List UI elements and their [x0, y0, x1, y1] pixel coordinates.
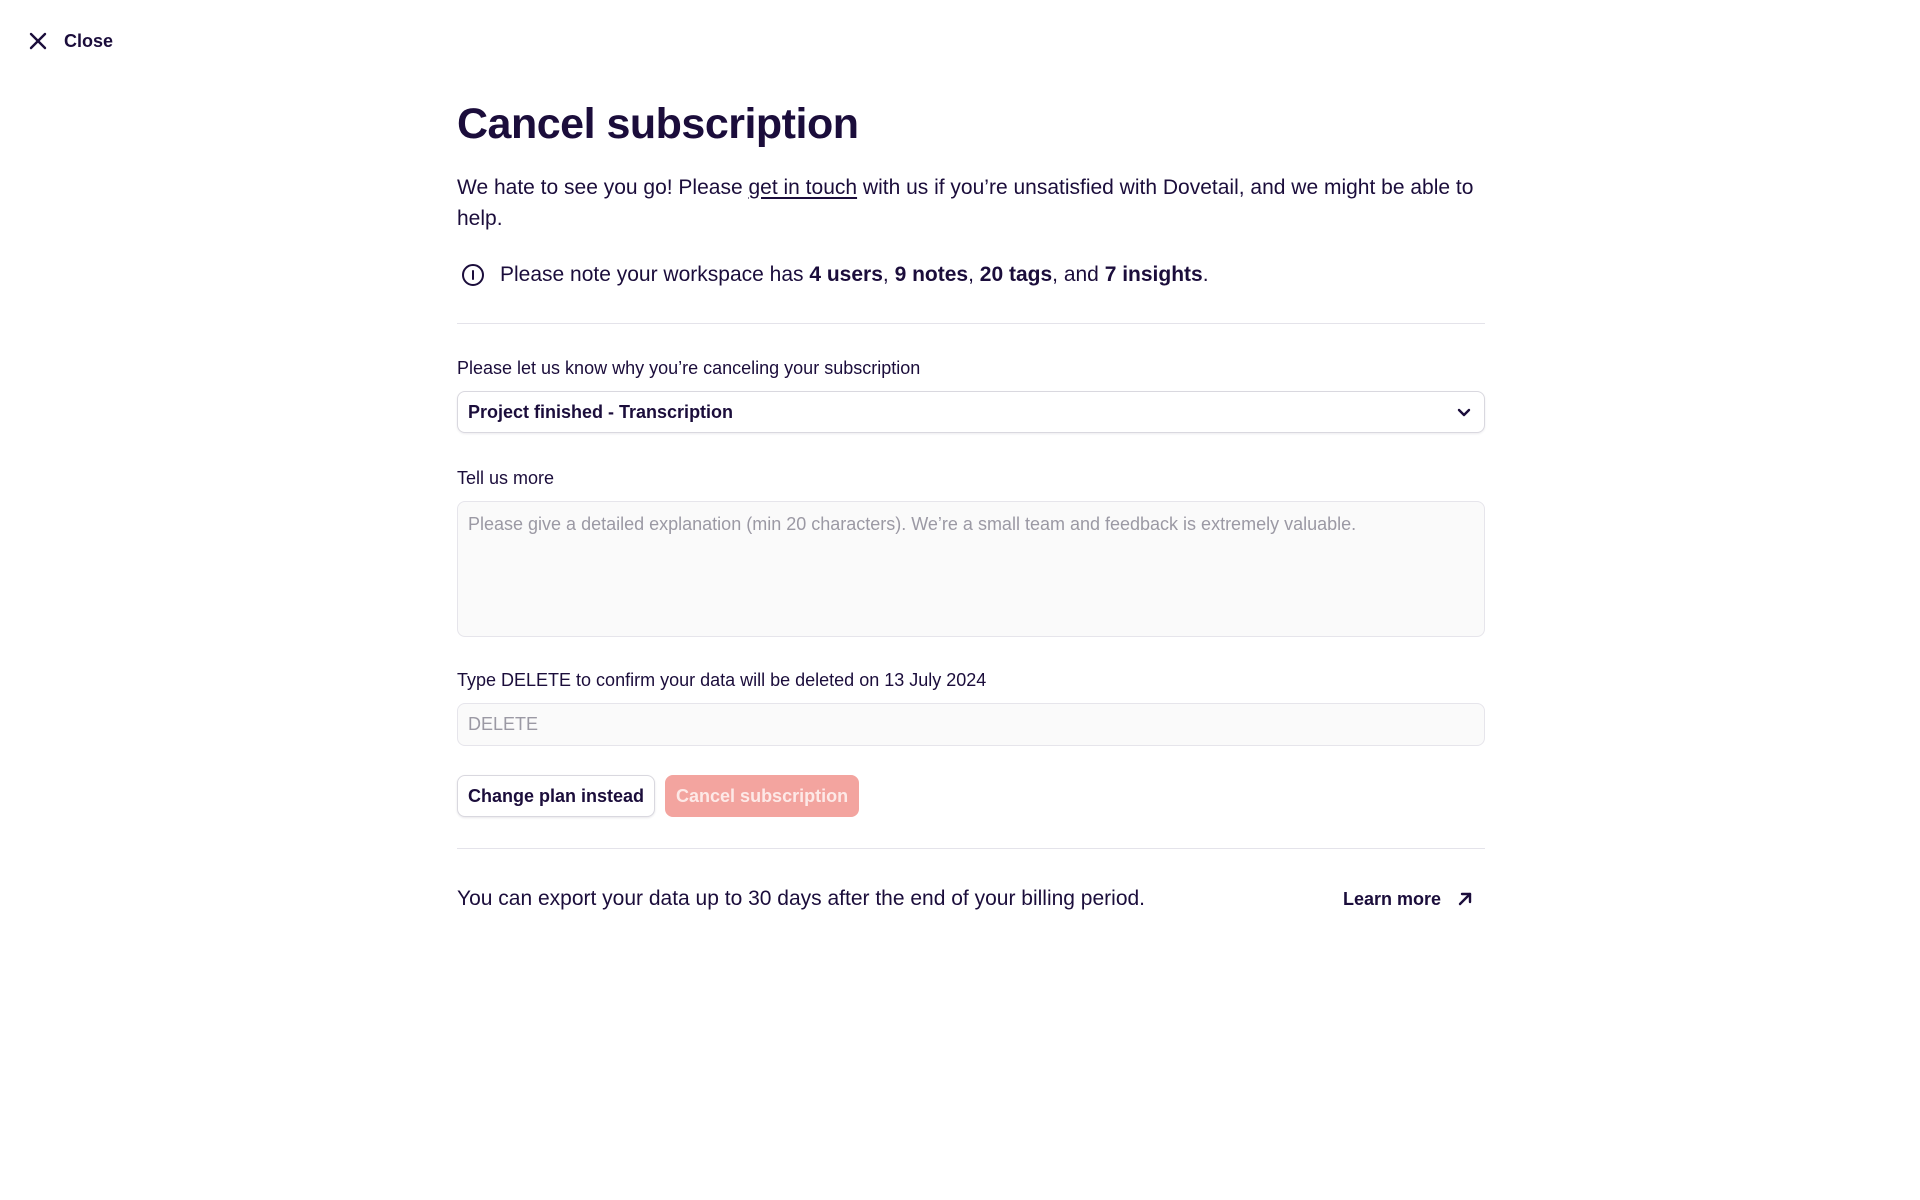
- intro-text: We hate to see you go! Please get in tou…: [457, 172, 1485, 234]
- close-label: Close: [64, 30, 114, 51]
- note-text: Please note your workspace has 4 users , …: [500, 260, 1209, 290]
- workspace-note: Please note your workspace has 4 users , …: [457, 260, 1485, 290]
- insights-count: 7 insights: [1104, 263, 1203, 286]
- close-icon: [26, 29, 50, 53]
- notes-count: 9 notes: [894, 263, 969, 286]
- note-suffix: .: [1202, 263, 1209, 286]
- note-separator: , and: [1052, 263, 1105, 286]
- footer: You can export your data up to 30 days a…: [457, 882, 1485, 916]
- learn-more-link[interactable]: Learn more: [1343, 889, 1485, 910]
- divider: [457, 848, 1485, 849]
- delete-confirm-input[interactable]: [457, 703, 1485, 746]
- tags-count: 20 tags: [979, 263, 1053, 286]
- get-in-touch-link[interactable]: get in touch: [748, 176, 857, 199]
- details-textarea[interactable]: [457, 501, 1485, 637]
- intro-text-before: We hate to see you go! Please: [457, 176, 749, 199]
- arrow-up-right-icon: [1455, 889, 1475, 909]
- users-count: 4 users: [809, 263, 883, 286]
- action-buttons: Change plan instead Cancel subscription: [457, 775, 1485, 817]
- divider: [457, 323, 1485, 324]
- learn-more-label: Learn more: [1342, 888, 1441, 909]
- chevron-down-icon: [1454, 402, 1474, 422]
- details-label: Tell us more: [457, 468, 555, 488]
- note-prefix: Please note your workspace has: [500, 263, 810, 286]
- confirm-label: Type DELETE to confirm your data will be…: [457, 670, 987, 690]
- cancel-subscription-form: Cancel subscription We hate to see you g…: [457, 96, 1485, 916]
- note-separator: ,: [882, 263, 895, 286]
- reason-selected-value: Project finished - Transcription: [468, 401, 734, 422]
- page-title: Cancel subscription: [457, 100, 859, 148]
- export-info-text: You can export your data up to 30 days a…: [457, 887, 1146, 910]
- change-plan-button[interactable]: Change plan instead: [457, 775, 656, 817]
- reason-select[interactable]: Project finished - Transcription: [457, 391, 1485, 433]
- reason-label: Please let us know why you’re canceling …: [457, 358, 921, 378]
- info-icon: [460, 262, 486, 288]
- close-button[interactable]: Close: [26, 28, 113, 54]
- cancel-subscription-button[interactable]: Cancel subscription: [665, 775, 860, 817]
- note-separator: ,: [968, 263, 980, 286]
